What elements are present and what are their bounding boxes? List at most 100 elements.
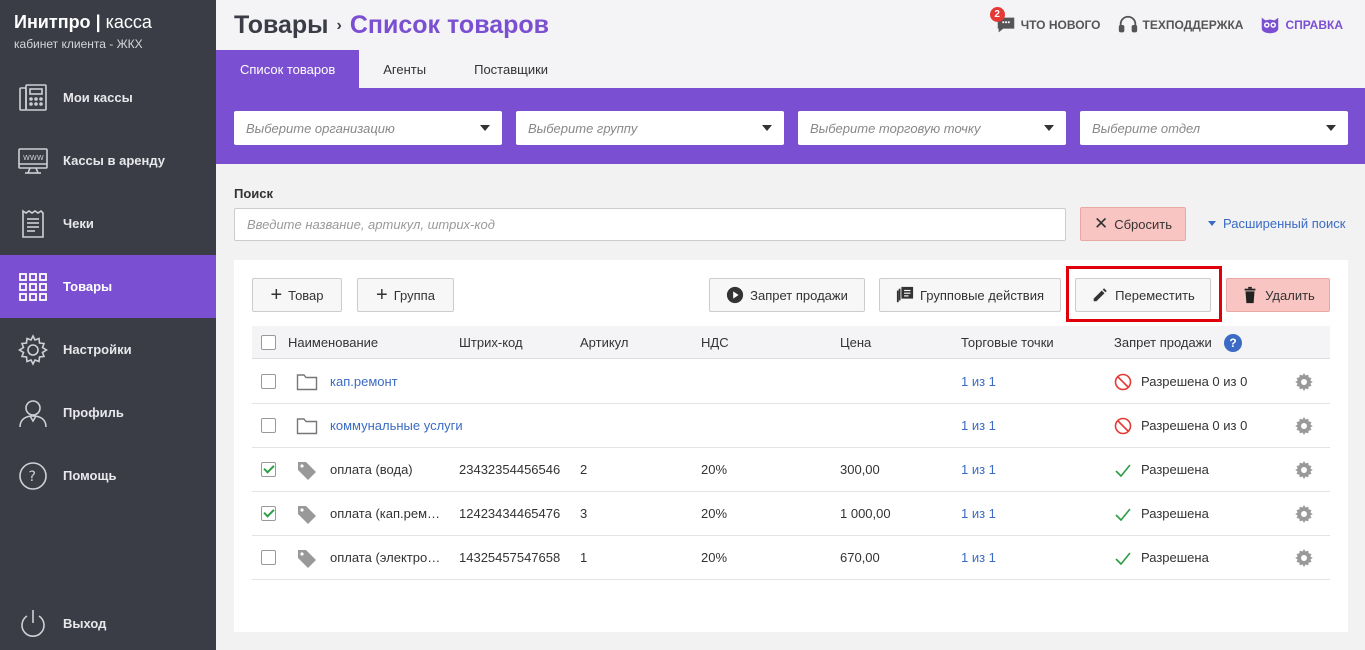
support-link[interactable]: ТЕХПОДДЕРЖКА	[1117, 14, 1244, 36]
table-row[interactable]: оплата (кап.рем… 12423434465476 3 20% 1 …	[252, 492, 1330, 536]
chevron-down-icon	[1326, 125, 1336, 131]
organization-select[interactable]: Выберите организацию	[234, 111, 502, 145]
help-link[interactable]: СПРАВКА	[1259, 14, 1343, 36]
sidebar-item-logout[interactable]: Выход	[0, 592, 216, 650]
breadcrumb-parent[interactable]: Товары	[234, 11, 329, 39]
tag-icon	[298, 506, 316, 524]
row-checkbox[interactable]	[261, 462, 276, 477]
row-name: оплата (вода)	[330, 462, 413, 477]
brand-subtitle: кабинет клиента - ЖКХ	[14, 37, 143, 51]
search-label: Поиск	[234, 186, 274, 201]
row-checkbox[interactable]	[261, 506, 276, 521]
row-checkbox[interactable]	[261, 374, 276, 389]
row-vat: 20%	[701, 462, 728, 477]
column-vat[interactable]: НДС	[701, 335, 729, 350]
row-name[interactable]: коммунальные услуги	[330, 418, 490, 433]
tab-agents[interactable]: Агенты	[359, 50, 450, 88]
ban-sale-label: Запрет продажи	[750, 287, 848, 303]
column-price[interactable]: Цена	[840, 335, 871, 350]
sidebar-item-help[interactable]: ? Помощь	[0, 444, 216, 507]
table-row[interactable]: оплата (вода) 23432354456546 2 20% 300,0…	[252, 448, 1330, 492]
gear-icon[interactable]	[1294, 372, 1314, 392]
prohibited-icon	[1114, 417, 1132, 435]
department-select[interactable]: Выберите отдел	[1080, 111, 1348, 145]
www-monitor-icon: WWW	[16, 144, 50, 178]
gear-icon[interactable]	[1294, 416, 1314, 436]
sidebar-item-receipts[interactable]: Чеки	[0, 192, 216, 255]
column-name[interactable]: Наименование	[288, 335, 378, 350]
brand-product: касса	[105, 12, 152, 32]
question-icon: ?	[16, 459, 50, 493]
sidebar-item-rent-registers[interactable]: WWW Кассы в аренду	[0, 129, 216, 192]
table-row[interactable]: кап.ремонт 1 из 1 Разрешена 0 из 0	[252, 360, 1330, 404]
row-points[interactable]: 1 из 1	[961, 462, 996, 477]
column-points[interactable]: Торговые точки	[961, 335, 1054, 350]
delete-button[interactable]: Удалить	[1226, 278, 1330, 312]
sidebar-item-my-registers[interactable]: Мои кассы	[0, 66, 216, 129]
tabs: Список товаров Агенты Поставщики	[216, 50, 1365, 88]
gear-icon[interactable]	[1294, 460, 1314, 480]
department-select-value: Выберите отдел	[1092, 120, 1201, 136]
sidebar-item-label: Выход	[63, 616, 107, 631]
row-checkbox[interactable]	[261, 550, 276, 565]
search-input[interactable]	[234, 208, 1066, 241]
row-points[interactable]: 1 из 1	[961, 550, 996, 565]
row-points[interactable]: 1 из 1	[961, 506, 996, 521]
brand-separator: |	[90, 12, 106, 32]
table-row[interactable]: коммунальные услуги 1 из 1 Разрешена 0 и…	[252, 404, 1330, 448]
sidebar-item-products[interactable]: Товары	[0, 255, 216, 318]
move-button-highlight	[1066, 266, 1222, 322]
group-actions-button[interactable]: Групповые действия	[879, 278, 1061, 312]
whats-new-link[interactable]: 2 ЧТО НОВОГО	[989, 7, 1101, 36]
ban-sale-button[interactable]: Запрет продажи	[709, 278, 865, 312]
row-points[interactable]: 1 из 1	[961, 374, 996, 389]
add-group-label: Группа	[393, 287, 435, 303]
brand-name: Инитпро	[14, 12, 91, 32]
brand-title: Инитпро | касса	[14, 12, 202, 33]
gear-icon[interactable]	[1294, 548, 1314, 568]
folder-icon	[296, 418, 318, 435]
column-barcode[interactable]: Штрих-код	[459, 335, 523, 350]
svg-text:WWW: WWW	[23, 154, 44, 162]
row-status: Разрешена 0 из 0	[1141, 418, 1248, 433]
sidebar-item-settings[interactable]: Настройки	[0, 318, 216, 381]
row-status: Разрешена	[1141, 506, 1209, 521]
select-all-checkbox[interactable]	[261, 335, 276, 350]
help-question-icon[interactable]: ?	[1224, 334, 1242, 352]
tab-suppliers[interactable]: Поставщики	[450, 50, 572, 88]
sidebar-item-label: Кассы в аренду	[63, 153, 165, 168]
add-group-button[interactable]: + Группа	[357, 278, 454, 312]
row-name[interactable]: кап.ремонт	[330, 374, 450, 389]
row-article: 1	[580, 550, 588, 565]
cash-register-icon	[16, 81, 50, 115]
play-circle-icon	[727, 286, 744, 304]
add-item-button[interactable]: + Товар	[252, 278, 342, 312]
gear-icon[interactable]	[1294, 504, 1314, 524]
group-actions-label: Групповые действия	[919, 287, 1045, 303]
column-article[interactable]: Артикул	[580, 335, 628, 350]
support-label: ТЕХПОДДЕРЖКА	[1142, 18, 1244, 32]
reset-button[interactable]: ✕ Сбросить	[1080, 207, 1186, 241]
header: Товары › Список товаров 2 ЧТО НОВОГО ТЕХПО…	[216, 0, 1365, 50]
chevron-down-icon	[762, 125, 772, 131]
chat-icon: 2	[989, 7, 1021, 36]
table-row[interactable]: оплата (электро… 14325457547658 1 20% 67…	[252, 536, 1330, 580]
column-sale-ban[interactable]: Запрет продажи	[1114, 335, 1212, 350]
tab-product-list[interactable]: Список товаров	[216, 50, 360, 88]
row-status: Разрешена	[1141, 550, 1209, 565]
breadcrumb-separator: ›	[336, 17, 342, 34]
row-vat: 20%	[701, 506, 728, 521]
row-checkbox[interactable]	[261, 418, 276, 433]
row-article: 2	[580, 462, 588, 477]
group-select[interactable]: Выберите группу	[516, 111, 784, 145]
row-points[interactable]: 1 из 1	[961, 418, 996, 433]
table-header: Наименование Штрих-код Артикул НДС Цена …	[252, 326, 1330, 359]
plus-icon: +	[376, 284, 388, 306]
add-item-label: Товар	[288, 287, 324, 303]
check-icon	[1115, 464, 1131, 478]
point-select[interactable]: Выберите торговую точку	[798, 111, 1066, 145]
advanced-search-link[interactable]: Расширенный поиск	[1208, 216, 1345, 231]
headset-icon	[1118, 15, 1137, 33]
receipt-icon	[16, 207, 50, 241]
sidebar-item-profile[interactable]: Профиль	[0, 381, 216, 444]
